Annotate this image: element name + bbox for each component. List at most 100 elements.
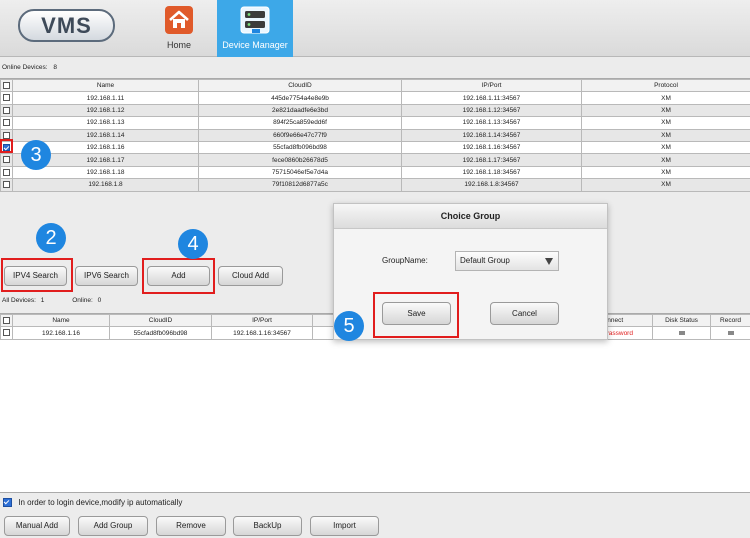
table-row[interactable]: 192.168.1.8 79f10812d6877a5c 192.168.1.8:3… [0, 178, 750, 192]
record-icon [727, 330, 734, 335]
all-devices-count: 1 [40, 297, 45, 304]
device-protocol: XM [581, 128, 750, 142]
nav-device-manager-label: Device Manager [222, 40, 288, 50]
add-button-highlight [142, 258, 215, 294]
device-protocol: XM [581, 91, 750, 105]
nav-device-manager[interactable]: Device Manager [217, 0, 293, 57]
remove-button[interactable]: Remove [156, 516, 226, 536]
device-name: 192.168.1.11 [12, 91, 199, 105]
device-ip-port: 192.168.1.17:34567 [401, 153, 582, 167]
device-name: 192.168.1.14 [12, 128, 199, 142]
device-protocol: XM [581, 153, 750, 167]
cloud-add-button[interactable]: Cloud Add [218, 266, 283, 286]
select-all-added-cell[interactable] [0, 313, 13, 328]
row-select-cell[interactable] [0, 91, 13, 105]
device-name: 192.168.1.8 [12, 178, 199, 192]
col-record[interactable]: Record [710, 313, 750, 328]
step-marker-4: 4 [178, 229, 208, 259]
row-checkbox[interactable] [3, 119, 10, 127]
online-devices-count: Online Devices: 8 [2, 64, 57, 71]
device-name: 192.168.1.16 [12, 326, 110, 340]
col-disk-status[interactable]: Disk Status [652, 313, 711, 328]
row-checkbox[interactable] [3, 168, 10, 176]
device-cloudid: 75715046ef5e7d4a [198, 165, 402, 180]
device-ip-port: 192.168.1.18:34567 [401, 165, 582, 180]
row-select-cell[interactable] [0, 116, 13, 130]
table-row[interactable]: 192.168.1.13 894f25ca859edd6f 192.168.1.13… [0, 116, 750, 130]
select-all-checkbox[interactable] [3, 82, 10, 90]
row-checkbox[interactable] [3, 181, 10, 189]
record-cell [710, 326, 750, 340]
row-checkbox[interactable] [3, 329, 10, 337]
step-marker-3: 3 [21, 140, 51, 170]
row-select-cell[interactable] [0, 165, 13, 180]
online-devices-value: 8 [53, 64, 57, 71]
auto-modify-option[interactable]: In order to login device,modify ip autom… [3, 497, 182, 509]
row-checkbox[interactable] [3, 131, 10, 139]
device-cloudid: 55cfad8fb096bd98 [198, 140, 402, 155]
row-checkbox[interactable] [3, 156, 10, 164]
home-icon [165, 6, 193, 36]
col-ip-port[interactable]: IP/Port [401, 78, 582, 93]
col-protocol[interactable]: Protocol [581, 78, 750, 93]
row-checkbox[interactable] [3, 94, 10, 102]
table-row[interactable]: 192.168.1.17 fece0860b26678d5 192.168.1.17… [0, 153, 750, 167]
device-protocol: XM [581, 165, 750, 180]
auto-modify-label: In order to login device,modify ip autom… [18, 498, 183, 507]
col-ip-port[interactable]: IP/Port [211, 313, 313, 328]
col-name[interactable]: Name [12, 313, 110, 328]
select-all-added-checkbox[interactable] [3, 317, 10, 325]
row-select-cell[interactable] [0, 178, 13, 192]
row-select-cell[interactable] [0, 326, 13, 340]
nav-home[interactable]: Home [153, 0, 205, 57]
table-row[interactable]: 192.168.1.14 660f9e66e47c77f9 192.168.1.14… [0, 128, 750, 142]
table-row[interactable]: 192.168.1.16 55cfad8fb096bd98 192.168.1.16… [0, 140, 750, 155]
auto-modify-checkbox[interactable] [3, 498, 12, 508]
add-group-button[interactable]: Add Group [78, 516, 148, 536]
online-devices-label: Online Devices: [2, 64, 48, 71]
device-protocol: XM [581, 140, 750, 155]
group-name-label: GroupName: [382, 256, 428, 265]
manual-add-button[interactable]: Manual Add [4, 516, 70, 536]
table-row[interactable]: 192.168.1.18 75715046ef5e7d4a 192.168.1.18… [0, 165, 750, 180]
device-cloudid: 660f9e66e47c77f9 [198, 128, 402, 142]
device-name: 192.168.1.13 [12, 116, 199, 130]
col-cloudid[interactable]: CloudID [198, 78, 402, 93]
row-checkbox[interactable] [3, 106, 10, 114]
device-cloudid: 55cfad8fb096bd98 [109, 326, 212, 340]
row-select-cell[interactable] [0, 103, 13, 118]
device-cloudid: 894f25ca859edd6f [198, 116, 402, 130]
device-summary: All Devices: 1 Online: 0 [2, 297, 101, 304]
col-cloudid[interactable]: CloudID [109, 313, 212, 328]
import-button[interactable]: Import [310, 516, 379, 536]
step-marker-5: 5 [334, 311, 364, 341]
added-device-table-area: Name CloudID IP/Port Connect Disk Status… [0, 313, 750, 493]
device-protocol: XM [581, 178, 750, 192]
online-count: 0 [97, 297, 102, 304]
vms-logo: VMS [18, 9, 115, 42]
ipv6-search-button[interactable]: IPV6 Search [75, 266, 138, 286]
table-row[interactable]: 192.168.1.11 445de7754a4e8e9b 192.168.1.11… [0, 91, 750, 105]
disk-status-icon [678, 330, 685, 335]
row-select-cell[interactable] [0, 153, 13, 167]
device-protocol: XM [581, 116, 750, 130]
device-cloudid: fece0860b26678d5 [198, 153, 402, 167]
group-name-select[interactable]: Default Group [455, 251, 559, 271]
col-name[interactable]: Name [12, 78, 199, 93]
table-row[interactable]: 192.168.1.12 2e821daadfe6e3bd 192.168.1.12… [0, 103, 750, 118]
device-manager-icon [240, 6, 270, 36]
device-ip-port: 192.168.1.16:34567 [401, 140, 582, 155]
device-ip-port: 192.168.1.13:34567 [401, 116, 582, 130]
device-ip-port: 192.168.1.11:34567 [401, 91, 582, 105]
online-device-header-row: Name CloudID IP/Port Protocol [0, 78, 750, 93]
ipv4-search-highlight [1, 258, 73, 292]
chevron-down-icon [545, 258, 553, 265]
backup-button[interactable]: BackUp [233, 516, 302, 536]
header-bar: VMS Home Device Manager [0, 0, 750, 57]
cancel-button[interactable]: Cancel [490, 302, 559, 325]
select-all-cell[interactable] [0, 78, 13, 93]
online-device-rows: 192.168.1.11 445de7754a4e8e9b 192.168.1.11… [0, 91, 750, 192]
device-ip-port: 192.168.1.8:34567 [401, 178, 582, 192]
dialog-title: Choice Group [334, 204, 607, 229]
device-name: 192.168.1.12 [12, 103, 199, 118]
